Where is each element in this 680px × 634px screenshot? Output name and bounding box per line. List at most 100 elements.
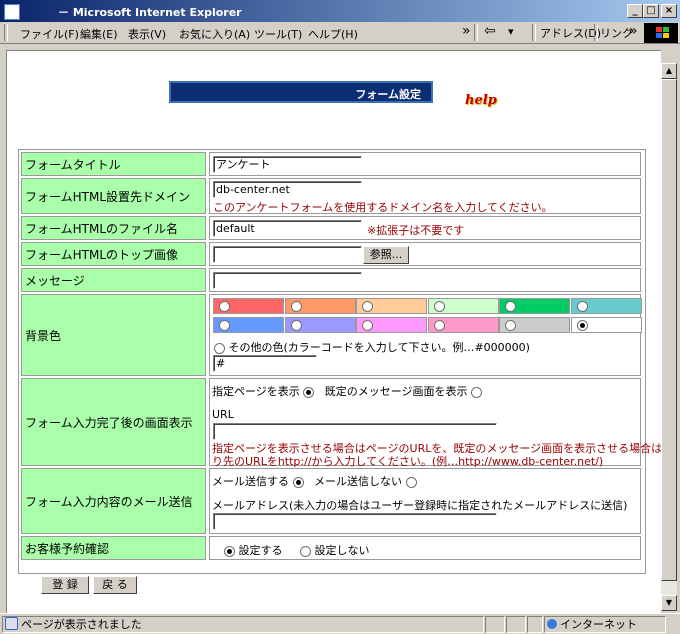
status-text: ページが表示されました: [21, 618, 142, 631]
color-swatch-radio[interactable]: [362, 320, 373, 331]
menu-help[interactable]: ヘルプ(H): [308, 26, 358, 42]
more-links-icon[interactable]: »: [629, 23, 638, 39]
toolbar-separator: [474, 24, 478, 41]
reservation-confirm-cell: 設定する 設定しない: [209, 536, 641, 560]
mail-address-label: メールアドレス(未入力の場合はユーザー登録時に指定されたメールアドレスに送信): [212, 499, 628, 512]
color-swatch[interactable]: [213, 317, 284, 333]
color-swatch[interactable]: [570, 317, 642, 333]
color-swatch-radio[interactable]: [576, 320, 588, 331]
color-swatch[interactable]: [427, 317, 499, 333]
color-swatch-radio[interactable]: [505, 320, 516, 331]
menu-file[interactable]: ファイル(F): [20, 26, 79, 42]
mail-address-input[interactable]: [213, 513, 497, 530]
menu-edit[interactable]: 編集(E): [80, 26, 118, 42]
color-swatch-radio[interactable]: [576, 301, 588, 312]
settings-table: フォームタイトル アンケート フォームHTML設置先ドメイン db-center…: [18, 149, 661, 574]
table-row: フォームHTMLのトップ画像 参照...: [21, 242, 641, 266]
zone-pane: インターネット: [544, 616, 666, 633]
other-color-option[interactable]: その他の色(カラーコードを入力して下さい。例…#000000): [214, 339, 530, 355]
color-swatch-radio[interactable]: [505, 301, 516, 312]
status-pane: [485, 616, 505, 633]
status-pane: [506, 616, 526, 633]
color-swatch[interactable]: [499, 298, 570, 314]
help-link[interactable]: help: [465, 93, 497, 108]
url-input[interactable]: [213, 423, 497, 440]
menu-grip: [4, 24, 8, 41]
filename-input[interactable]: default: [213, 220, 362, 237]
ie-icon: [4, 4, 20, 20]
color-swatch[interactable]: [284, 317, 356, 333]
color-swatch-radio[interactable]: [433, 301, 445, 312]
domain-cell: db-center.net このアンケートフォームを使用するドメイン名を入力して…: [209, 178, 641, 214]
menu-bar: ファイル(F) 編集(E) 表示(V) お気に入り(A) ツール(T) ヘルプ(…: [0, 22, 680, 44]
back-dropdown-icon[interactable]: ▾: [508, 25, 514, 38]
status-text-pane: ページが表示されました: [2, 616, 484, 633]
color-swatch-radio[interactable]: [290, 301, 302, 312]
color-swatch[interactable]: [427, 298, 499, 314]
bg-color-label: 背景色: [21, 294, 206, 376]
table-row: フォームHTML設置先ドメイン db-center.net このアンケートフォー…: [21, 178, 641, 214]
reservation-confirm-label: お客様予約確認: [21, 536, 206, 560]
no-mail-radio[interactable]: [405, 476, 417, 488]
table-row: フォームHTMLのファイル名 default ※拡張子は不要です: [21, 216, 641, 240]
domain-input[interactable]: db-center.net: [213, 181, 362, 198]
color-swatch[interactable]: [284, 298, 356, 314]
close-button[interactable]: ×: [661, 4, 677, 18]
table-row: メッセージ: [21, 268, 641, 292]
other-color-radio[interactable]: [214, 342, 225, 354]
mail-options: メール送信する メール送信しない: [212, 473, 417, 489]
menu-view[interactable]: 表示(V): [128, 26, 166, 42]
color-swatch-radio[interactable]: [290, 320, 302, 331]
menu-tools[interactable]: ツール(T): [254, 26, 302, 42]
window-titlebar: － Microsoft Internet Explorer _ □ ×: [0, 0, 680, 22]
reservation-options: 設定する 設定しない: [224, 542, 369, 558]
table-row: 背景色 その他の色(カラーコードを入力して下さい。例…#000000) #: [21, 294, 642, 376]
color-swatch[interactable]: [356, 317, 427, 333]
color-swatch[interactable]: [356, 298, 427, 314]
scroll-up-icon[interactable]: ▲: [661, 63, 677, 79]
send-mail-radio[interactable]: [292, 476, 304, 488]
color-swatch[interactable]: [570, 298, 642, 314]
menu-favorites[interactable]: お気に入り(A): [179, 26, 250, 42]
top-image-label: フォームHTMLのトップ画像: [21, 242, 206, 266]
default-message-radio[interactable]: [471, 386, 483, 398]
table-row: フォーム入力完了後の画面表示 指定ページを表示 既定のメッセージ画面を表示 UR…: [21, 378, 661, 468]
status-bar: ページが表示されました インターネット: [0, 613, 680, 634]
top-image-input[interactable]: [213, 246, 362, 263]
color-swatch[interactable]: [499, 317, 570, 333]
heading-text: フォーム設定: [355, 88, 421, 101]
other-color-input[interactable]: #: [213, 355, 317, 372]
register-button[interactable]: 登 録: [41, 576, 89, 594]
show-page-radio[interactable]: [303, 386, 315, 398]
domain-label: フォームHTML設置先ドメイン: [21, 178, 206, 214]
maximize-button[interactable]: □: [643, 4, 659, 18]
color-swatch[interactable]: [213, 298, 284, 314]
address-label[interactable]: アドレス(D): [540, 25, 601, 41]
back-arrow-icon[interactable]: ⇦: [484, 23, 496, 39]
more-menu-icon[interactable]: »: [462, 23, 471, 39]
color-swatch-radio[interactable]: [219, 301, 230, 312]
form-title-input[interactable]: アンケート: [213, 156, 362, 173]
color-swatch-radio[interactable]: [219, 320, 230, 331]
back-button[interactable]: 戻 る: [93, 576, 137, 594]
filename-label: フォームHTMLのファイル名: [21, 216, 206, 240]
other-color-label: その他の色(カラーコードを入力して下さい。例…#000000): [228, 341, 530, 354]
page-done-icon: [5, 617, 18, 630]
scroll-down-icon[interactable]: ▼: [661, 595, 677, 611]
scroll-thumb[interactable]: [661, 79, 677, 581]
send-mail-label: メール送信する: [212, 475, 289, 488]
window-title: － Microsoft Internet Explorer: [58, 6, 242, 19]
message-input[interactable]: [213, 272, 362, 289]
minimize-button[interactable]: _: [627, 4, 643, 18]
browse-button[interactable]: 参照...: [363, 246, 409, 264]
form-title-cell: アンケート: [209, 152, 641, 176]
color-swatch-radio[interactable]: [362, 301, 373, 312]
windows-logo-icon: [644, 23, 678, 43]
color-swatch-radio[interactable]: [433, 320, 445, 331]
vertical-scrollbar[interactable]: ▲ ▼: [661, 63, 677, 611]
reserve-off-label: 設定しない: [314, 544, 370, 557]
reserve-on-radio[interactable]: [224, 545, 235, 557]
reserve-off-radio[interactable]: [299, 545, 311, 557]
form-settings-heading: フォーム設定: [169, 81, 433, 103]
table-row: お客様予約確認 設定する 設定しない: [21, 536, 641, 560]
